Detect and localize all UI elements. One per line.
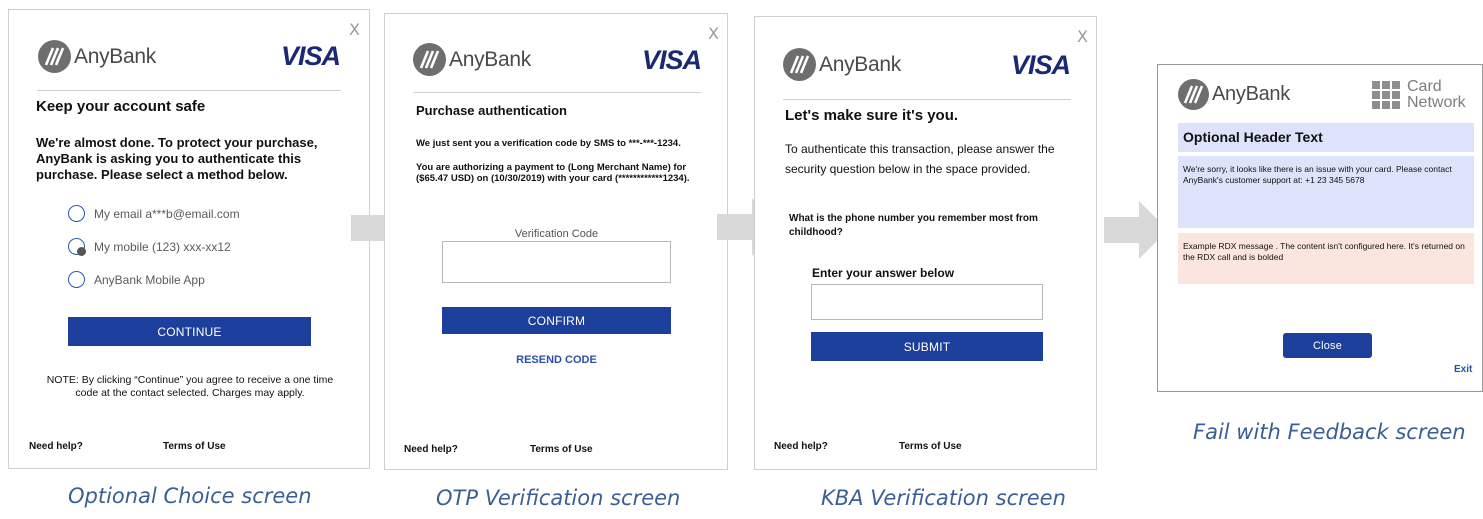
brand-name: AnyBank xyxy=(449,47,531,71)
card-network-label: Card Network xyxy=(1407,79,1466,111)
option-email[interactable]: My email a***b@email.com xyxy=(68,205,240,222)
anybank-logo-icon xyxy=(38,40,71,73)
header-bar: Optional Header Text xyxy=(1178,123,1474,152)
anybank-logo-icon xyxy=(1178,79,1209,110)
page-title: Let's make sure it's you. xyxy=(785,107,959,124)
brand-name: AnyBank xyxy=(819,52,901,76)
anybank-logo-icon xyxy=(413,43,446,76)
answer-input[interactable] xyxy=(811,284,1043,320)
card-network-line1: Card xyxy=(1407,78,1442,95)
fail-screen: AnyBank Card Network Optional Header Tex… xyxy=(1157,64,1483,392)
option-label: My mobile (123) xxx-xx12 xyxy=(94,239,231,254)
otp-screen: X AnyBank VISA Purchase authentication W… xyxy=(384,13,728,470)
page-title: Purchase authentication xyxy=(416,103,567,118)
visa-logo: VISA xyxy=(1011,50,1071,80)
close-icon[interactable]: X xyxy=(349,20,360,39)
confirm-button[interactable]: CONFIRM xyxy=(442,307,671,334)
resend-code-link[interactable]: RESEND CODE xyxy=(442,354,671,366)
screen-caption: KBA Verification screen xyxy=(821,486,1066,510)
need-help-link[interactable]: Need help? xyxy=(404,444,458,455)
terms-of-use-link[interactable]: Terms of Use xyxy=(899,441,962,452)
anybank-logo: AnyBank xyxy=(1178,79,1290,110)
visa-logo: VISA xyxy=(281,41,341,71)
close-icon[interactable]: X xyxy=(708,24,719,43)
radio-button[interactable] xyxy=(68,205,85,222)
need-help-link[interactable]: Need help? xyxy=(29,441,83,452)
page-title: Keep your account safe xyxy=(36,98,206,115)
verification-code-label: Verification Code xyxy=(514,228,599,240)
payment-details-text: You are authorizing a payment to (Long M… xyxy=(416,162,690,184)
anybank-logo: AnyBank xyxy=(38,40,156,73)
card-network-logo: Card Network xyxy=(1372,79,1466,111)
rdx-message: Example RDX message . The content isn't … xyxy=(1183,241,1465,262)
answer-label: Enter your answer below xyxy=(812,266,955,280)
error-message: We're sorry, it looks like there is an i… xyxy=(1183,164,1452,185)
option-label: My email a***b@email.com xyxy=(94,206,240,221)
note-text: NOTE: By clicking “Continue” you agree t… xyxy=(46,374,334,399)
intro-text: To authenticate this transaction, please… xyxy=(785,142,1055,176)
option-label: AnyBank Mobile App xyxy=(94,272,205,287)
anybank-logo: AnyBank xyxy=(783,48,901,81)
close-icon[interactable]: X xyxy=(1077,27,1088,46)
rdx-message-box: Example RDX message . The content isn't … xyxy=(1178,233,1474,284)
security-question: What is the phone number you remember mo… xyxy=(789,213,1038,238)
anybank-logo-icon xyxy=(783,48,816,81)
submit-button[interactable]: SUBMIT xyxy=(811,332,1043,361)
divider xyxy=(413,92,701,93)
cursor-dot-icon xyxy=(77,247,86,256)
need-help-link[interactable]: Need help? xyxy=(774,441,828,452)
intro-text: We're almost done. To protect your purch… xyxy=(36,135,318,182)
message-box: We're sorry, it looks like there is an i… xyxy=(1178,156,1474,228)
verification-code-input[interactable] xyxy=(442,241,671,283)
close-button[interactable]: Close xyxy=(1283,333,1372,358)
brand-name: AnyBank xyxy=(74,44,156,68)
radio-button[interactable] xyxy=(68,271,85,288)
option-mobile[interactable]: My mobile (123) xxx-xx12 xyxy=(68,238,231,256)
continue-button[interactable]: CONTINUE xyxy=(68,317,311,346)
divider xyxy=(37,90,341,91)
brand-name: AnyBank xyxy=(1212,83,1290,105)
visa-logo: VISA xyxy=(642,45,702,75)
screen-caption: Optional Choice screen xyxy=(68,484,312,508)
header-text: Optional Header Text xyxy=(1183,129,1323,145)
screen-caption: OTP Verification screen xyxy=(436,486,681,510)
radio-button[interactable] xyxy=(68,238,86,256)
kba-screen: X AnyBank VISA Let's make sure it's you.… xyxy=(754,16,1097,470)
option-mobile-app[interactable]: AnyBank Mobile App xyxy=(68,271,205,288)
card-network-icon xyxy=(1372,81,1400,109)
choice-screen: X AnyBank VISA Keep your account safe We… xyxy=(8,9,370,469)
anybank-logo: AnyBank xyxy=(413,43,531,76)
terms-of-use-link[interactable]: Terms of Use xyxy=(163,441,226,452)
divider xyxy=(783,99,1071,100)
card-network-line2: Network xyxy=(1407,94,1466,111)
sms-sent-text: We just sent you a verification code by … xyxy=(416,138,681,149)
exit-link[interactable]: Exit xyxy=(1454,364,1472,375)
terms-of-use-link[interactable]: Terms of Use xyxy=(530,444,593,455)
screen-caption: Fail with Feedback screen xyxy=(1193,420,1466,444)
